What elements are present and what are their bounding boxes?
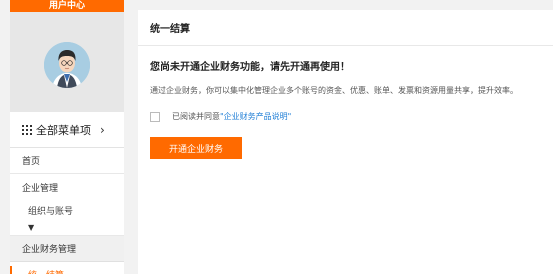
sidebar: 用户中心 全部菜单项 › 首页 企业管理 组织与账号 ▼ 企业财务管理 — [10, 0, 124, 274]
notice-heading: 您尚未开通企业财务功能，请先开通再使用！ — [150, 62, 350, 73]
agreement-prefix: 已阅读并同意 — [172, 112, 220, 121]
user-center-banner: 用户中心 — [10, 0, 124, 12]
notice-description: 通过企业财务，你可以集中化管理企业多个账号的资金、优惠、账单、发票和资源用量共享… — [150, 86, 518, 95]
page-title: 统一结算 — [138, 10, 553, 46]
open-finance-button[interactable]: 开通企业财务 — [150, 137, 242, 159]
sidebar-item-enterprise-management[interactable]: 企业管理 — [10, 174, 124, 200]
main-panel: 统一结算 您尚未开通企业财务功能，请先开通再使用！ 通过企业财务，你可以集中化管… — [138, 10, 553, 274]
all-menu-label: 全部菜单项 — [36, 123, 91, 137]
grid-icon — [22, 124, 32, 135]
sidebar-item-home[interactable]: 首页 — [10, 148, 124, 174]
profile-area — [10, 12, 124, 112]
agreement-checkbox[interactable] — [150, 111, 160, 122]
chevron-right-icon: › — [100, 122, 105, 137]
sidebar-item-org-accounts[interactable]: 组织与账号 — [10, 200, 124, 220]
sidebar-item-finance-management[interactable]: 企业财务管理 — [10, 236, 124, 262]
caret-down-icon[interactable]: ▼ — [10, 220, 124, 236]
user-avatar-icon[interactable] — [44, 42, 90, 88]
agreement-row: 已阅读并同意 "企业财务产品说明" — [150, 111, 291, 122]
all-menu-toggle[interactable]: 全部菜单项 › — [10, 112, 124, 148]
product-terms-link[interactable]: "企业财务产品说明" — [220, 111, 291, 122]
sidebar-item-unified-settlement[interactable]: 统一结算 — [10, 262, 124, 274]
